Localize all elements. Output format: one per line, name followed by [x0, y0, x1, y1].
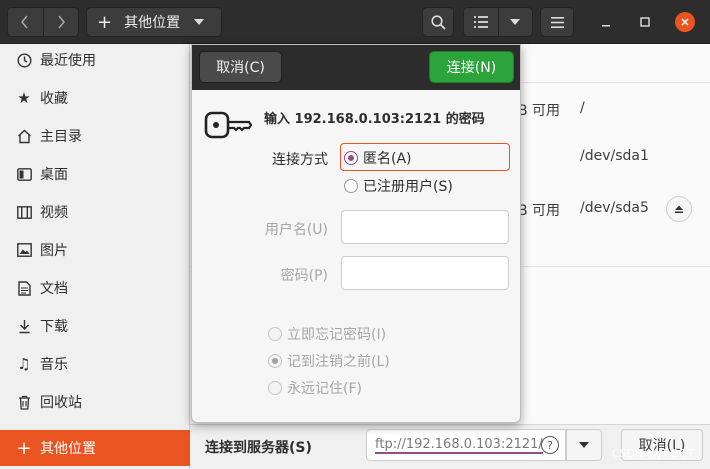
- sidebar-item-home[interactable]: 主目录: [0, 118, 190, 154]
- sidebar-item-music[interactable]: ♫ 音乐: [0, 346, 190, 382]
- close-button[interactable]: [675, 12, 695, 32]
- radio-forget-now[interactable]: 立即忘记密码(I): [268, 324, 386, 344]
- view-dropdown-button[interactable]: [497, 8, 533, 36]
- document-icon: [16, 280, 32, 296]
- sidebar-item-pictures[interactable]: 图片: [0, 232, 190, 268]
- search-icon: [430, 14, 446, 30]
- radio-label: 永远记住(F): [287, 381, 362, 397]
- list-view-button[interactable]: [464, 8, 498, 36]
- radio-dot: [268, 381, 282, 395]
- desktop-icon: [16, 166, 32, 182]
- view-options: [463, 7, 533, 37]
- radio-remember-until-logout[interactable]: 记到注销之前(L): [268, 351, 390, 371]
- dialog-cancel-button[interactable]: 取消(C): [199, 51, 282, 83]
- radio-label: 立即忘记密码(I): [287, 327, 387, 343]
- list-view-icon: [473, 16, 488, 28]
- music-icon: ♫: [17, 355, 31, 373]
- key-icon: [204, 111, 252, 139]
- radio-dot: [268, 354, 282, 368]
- back-icon: [21, 15, 28, 29]
- help-icon[interactable]: ?: [541, 436, 559, 454]
- eject-button[interactable]: [666, 196, 692, 222]
- minimize-button[interactable]: [596, 12, 616, 32]
- sidebar-item-videos[interactable]: 视频: [0, 194, 190, 230]
- server-address-value: ftp://192.168.0.103:2121/: [375, 436, 543, 454]
- sidebar-item-recent[interactable]: 最近使用: [0, 42, 190, 78]
- password-dialog: 取消(C) 连接(N) 输入 192.168.0.103:2121 的密码 连接…: [191, 44, 521, 423]
- sidebar-item-label: 下载: [40, 319, 68, 335]
- location-button[interactable]: + 其他位置: [86, 7, 222, 37]
- server-history-dropdown[interactable]: [566, 429, 602, 461]
- minimize-icon: [602, 25, 610, 27]
- sidebar-item-label: 文档: [40, 281, 68, 297]
- sidebar-item-desktop[interactable]: 桌面: [0, 156, 190, 192]
- maximize-button[interactable]: [635, 12, 655, 32]
- download-icon: [16, 318, 32, 334]
- sidebar-item-label: 收藏: [40, 91, 68, 107]
- sidebar-item-label: 回收站: [40, 395, 82, 411]
- sidebar-item-trash[interactable]: 回收站: [0, 384, 190, 420]
- password-label: 密码(P): [280, 268, 328, 284]
- row-path: /: [580, 100, 585, 116]
- plus-icon: +: [97, 11, 113, 33]
- dialog-header: 取消(C) 连接(N): [192, 45, 520, 90]
- sidebar-item-label: 最近使用: [40, 53, 96, 69]
- radio-dot: [268, 327, 282, 341]
- menu-icon: [550, 16, 564, 28]
- radio-label: 已注册用户(S): [363, 179, 453, 195]
- image-icon: [16, 242, 32, 258]
- search-button[interactable]: [422, 7, 454, 37]
- clock-icon: [16, 52, 32, 68]
- menu-button[interactable]: [540, 7, 574, 37]
- row-path: /dev/sda5: [580, 200, 649, 216]
- sidebar-item-label: 其他位置: [40, 441, 96, 457]
- sidebar-item-label: 音乐: [40, 357, 68, 373]
- radio-registered-user[interactable]: 已注册用户(S): [344, 176, 453, 196]
- sidebar-item-starred[interactable]: ★ 收藏: [0, 80, 190, 116]
- radio-anonymous[interactable]: 匿名(A): [344, 148, 412, 168]
- sidebar-item-downloads[interactable]: 下载: [0, 308, 190, 344]
- watermark: CSDN @JT BOT: [612, 447, 695, 460]
- username-label: 用户名(U): [264, 222, 328, 238]
- row-path: /dev/sda1: [580, 148, 649, 164]
- eject-icon: [675, 205, 683, 213]
- close-icon: [681, 18, 689, 26]
- radio-dot: [344, 151, 358, 165]
- location-label: 其他位置: [124, 15, 181, 31]
- radio-dot: [344, 179, 358, 193]
- sidebar-item-label: 视频: [40, 205, 68, 221]
- home-icon: [16, 128, 32, 144]
- nav-buttons: [7, 7, 79, 37]
- dialog-title: 输入 192.168.0.103:2121 的密码: [264, 112, 485, 127]
- plus-icon: +: [16, 437, 32, 459]
- sidebar-item-other-locations[interactable]: + 其他位置: [0, 430, 190, 466]
- star-icon: ★: [17, 89, 31, 107]
- dialog-connect-button[interactable]: 连接(N): [429, 51, 514, 83]
- forward-button[interactable]: [42, 8, 79, 36]
- video-icon: [16, 204, 32, 220]
- radio-label: 记到注销之前(L): [287, 354, 390, 370]
- row-size: B 可用: [518, 103, 561, 119]
- sidebar-item-label: 主目录: [40, 129, 82, 145]
- method-label: 连接方式: [272, 152, 328, 168]
- sidebar-item-documents[interactable]: 文档: [0, 270, 190, 306]
- sidebar: 最近使用 ★ 收藏 主目录 桌面 视频 图片 文档 下载 ♫ 音乐 回收站 + …: [0, 44, 190, 469]
- trash-icon: [16, 394, 32, 410]
- radio-label: 匿名(A): [363, 151, 412, 167]
- chevron-down-icon: [194, 19, 205, 25]
- row-size: B 可用: [518, 203, 561, 219]
- chevron-down-icon: [579, 442, 589, 448]
- header-bar: + 其他位置: [0, 0, 710, 44]
- radio-remember-forever[interactable]: 永远记住(F): [268, 378, 362, 398]
- username-field[interactable]: [341, 210, 509, 244]
- sidebar-item-label: 图片: [40, 243, 68, 259]
- back-button[interactable]: [8, 8, 43, 36]
- chevron-down-icon: [510, 19, 521, 25]
- forward-icon: [58, 15, 65, 29]
- server-label: 连接到服务器(S): [205, 440, 312, 456]
- password-field[interactable]: [341, 256, 509, 290]
- sidebar-item-label: 桌面: [40, 167, 68, 183]
- server-address-input[interactable]: ftp://192.168.0.103:2121/ ?: [366, 429, 566, 461]
- maximize-icon: [640, 17, 650, 27]
